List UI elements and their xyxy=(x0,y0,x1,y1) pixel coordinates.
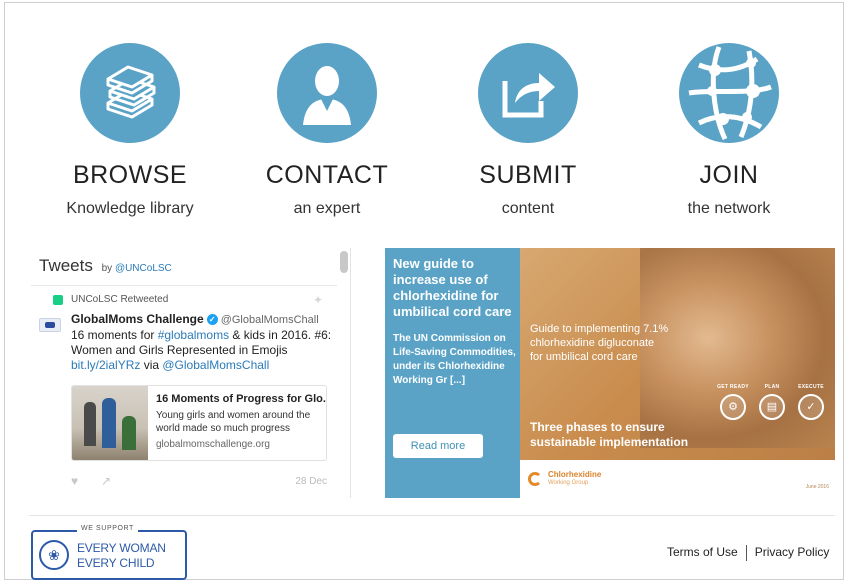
phase-get-ready-label: GET READY xyxy=(717,384,749,390)
phase-plan: PLAN ▤ xyxy=(754,384,790,420)
scrollbar-thumb[interactable] xyxy=(340,251,348,273)
twitter-bird-icon[interactable]: ✦ xyxy=(313,293,327,307)
un-emblem-icon: ❀ xyxy=(39,540,69,570)
action-row: BROWSE Knowledge library CONTACT an expe… xyxy=(5,43,845,223)
books-icon[interactable] xyxy=(80,43,180,143)
ewec-line2: EVERY CHILD xyxy=(77,556,155,570)
footer-links: Terms of Use Privacy Policy xyxy=(667,545,829,561)
terms-of-use-link[interactable]: Terms of Use xyxy=(667,545,738,559)
browse-subtitle[interactable]: Knowledge library xyxy=(30,200,230,218)
tweets-header: Tweets by @UNCoLSC xyxy=(39,256,172,276)
every-woman-every-child-logo[interactable]: WE SUPPORT ❀ EVERY WOMAN EVERY CHILD xyxy=(31,525,187,580)
contact-title[interactable]: CONTACT xyxy=(227,161,427,190)
link-separator xyxy=(745,545,747,561)
footer-divider xyxy=(29,515,835,516)
page-frame: BROWSE Knowledge library CONTACT an expe… xyxy=(4,2,844,580)
banner-body: The UN Commission on Life-Saving Commodi… xyxy=(393,333,516,386)
tweet-text-via: via xyxy=(140,358,163,372)
link-card[interactable]: 16 Moments of Progress for Glo... Young … xyxy=(71,385,327,461)
ewec-line1: EVERY WOMAN xyxy=(77,541,166,555)
card-thumbnail[interactable] xyxy=(72,386,148,460)
phase-execute: EXECUTE ✓ xyxy=(793,384,829,420)
banner-image[interactable]: Guide to implementing 7.1% chlorhexidine… xyxy=(520,248,835,498)
divider xyxy=(31,285,337,286)
phase-icons: GET READY ⚙ PLAN ▤ EXECUTE ✓ xyxy=(715,384,830,426)
retweet-icon xyxy=(53,295,63,305)
tweet-text: 16 moments for #globalmoms & kids in 201… xyxy=(71,328,333,373)
join-subtitle[interactable]: the network xyxy=(629,200,829,218)
read-more-button[interactable]: Read more xyxy=(393,434,483,458)
share-arrow-icon[interactable] xyxy=(478,43,578,143)
phase-get-ready: GET READY ⚙ xyxy=(715,384,751,420)
guide-text: Guide to implementing 7.1% chlorhexidine… xyxy=(530,323,669,363)
card-description: Young girls and women around the world m… xyxy=(156,410,311,434)
verified-icon: ✓ xyxy=(206,314,218,326)
tweet-author[interactable]: GlobalMoms Challenge ✓ @GlobalMomsChall xyxy=(71,312,319,326)
banner-text-panel: New guide to increase use of chlorhexidi… xyxy=(385,248,520,498)
join-title[interactable]: JOIN xyxy=(629,161,829,190)
retweeted-label: UNCoLSC Retweeted xyxy=(71,294,169,305)
banner-footer-strip: Chlorhexidine Working Group June 2016 xyxy=(520,460,835,498)
join-action[interactable]: JOIN the network xyxy=(629,43,829,218)
network-globe-icon[interactable] xyxy=(679,43,779,143)
gear-icon: ⚙ xyxy=(720,394,746,420)
submit-subtitle[interactable]: content xyxy=(428,200,628,218)
twitter-timeline[interactable]: Tweets by @UNCoLSC UNCoLSC Retweeted ✦ G… xyxy=(31,248,351,498)
three-phases-text: Three phases to ensure sustainable imple… xyxy=(530,420,689,449)
card-url[interactable]: globalmomschallenge.org xyxy=(156,439,270,450)
browse-action[interactable]: BROWSE Knowledge library xyxy=(30,43,230,218)
like-icon[interactable]: ♥ xyxy=(71,474,78,488)
clipboard-icon: ▤ xyxy=(759,394,785,420)
tweet-author-name[interactable]: GlobalMoms Challenge xyxy=(71,312,204,326)
banner-date: June 2016 xyxy=(805,484,829,490)
tweets-handle-link[interactable]: @UNCoLSC xyxy=(115,263,172,274)
logo-name: Chlorhexidine xyxy=(548,470,602,479)
tweets-by: by @UNCoLSC xyxy=(102,263,172,274)
contact-subtitle[interactable]: an expert xyxy=(227,200,427,218)
phase-execute-label: EXECUTE xyxy=(798,384,824,390)
tweet-date[interactable]: 28 Dec xyxy=(295,476,327,487)
banner-title[interactable]: New guide to increase use of chlorhexidi… xyxy=(393,256,517,320)
phase-plan-label: PLAN xyxy=(764,384,780,390)
submit-action[interactable]: SUBMIT content xyxy=(428,43,628,218)
featured-banner[interactable]: New guide to increase use of chlorhexidi… xyxy=(385,248,835,498)
browse-title[interactable]: BROWSE xyxy=(30,161,230,190)
avatar[interactable] xyxy=(39,318,61,332)
tweet-text-prefix: 16 moments for xyxy=(71,328,158,342)
checklist-icon: ✓ xyxy=(798,394,824,420)
share-icon[interactable]: ↗ xyxy=(101,474,111,488)
contact-action[interactable]: CONTACT an expert xyxy=(227,43,427,218)
logo-subtitle: Working Group xyxy=(548,480,589,486)
mention-link[interactable]: @GlobalMomsChall xyxy=(162,358,269,372)
card-title[interactable]: 16 Moments of Progress for Glo... xyxy=(156,393,326,405)
by-label: by xyxy=(101,263,113,274)
tweet-author-handle[interactable]: @GlobalMomsChall xyxy=(221,314,319,326)
submit-title[interactable]: SUBMIT xyxy=(428,161,628,190)
tweet-url-link[interactable]: bit.ly/2ialYRz xyxy=(71,358,140,372)
person-icon[interactable] xyxy=(277,43,377,143)
chlorhexidine-logo-icon xyxy=(528,472,542,486)
tweet-actions: ♥ ↗ 28 Dec xyxy=(71,474,331,488)
privacy-policy-link[interactable]: Privacy Policy xyxy=(755,545,830,559)
tweets-heading: Tweets xyxy=(39,256,93,275)
hashtag-link[interactable]: #globalmoms xyxy=(158,328,229,342)
we-support-label: WE SUPPORT xyxy=(77,525,138,532)
